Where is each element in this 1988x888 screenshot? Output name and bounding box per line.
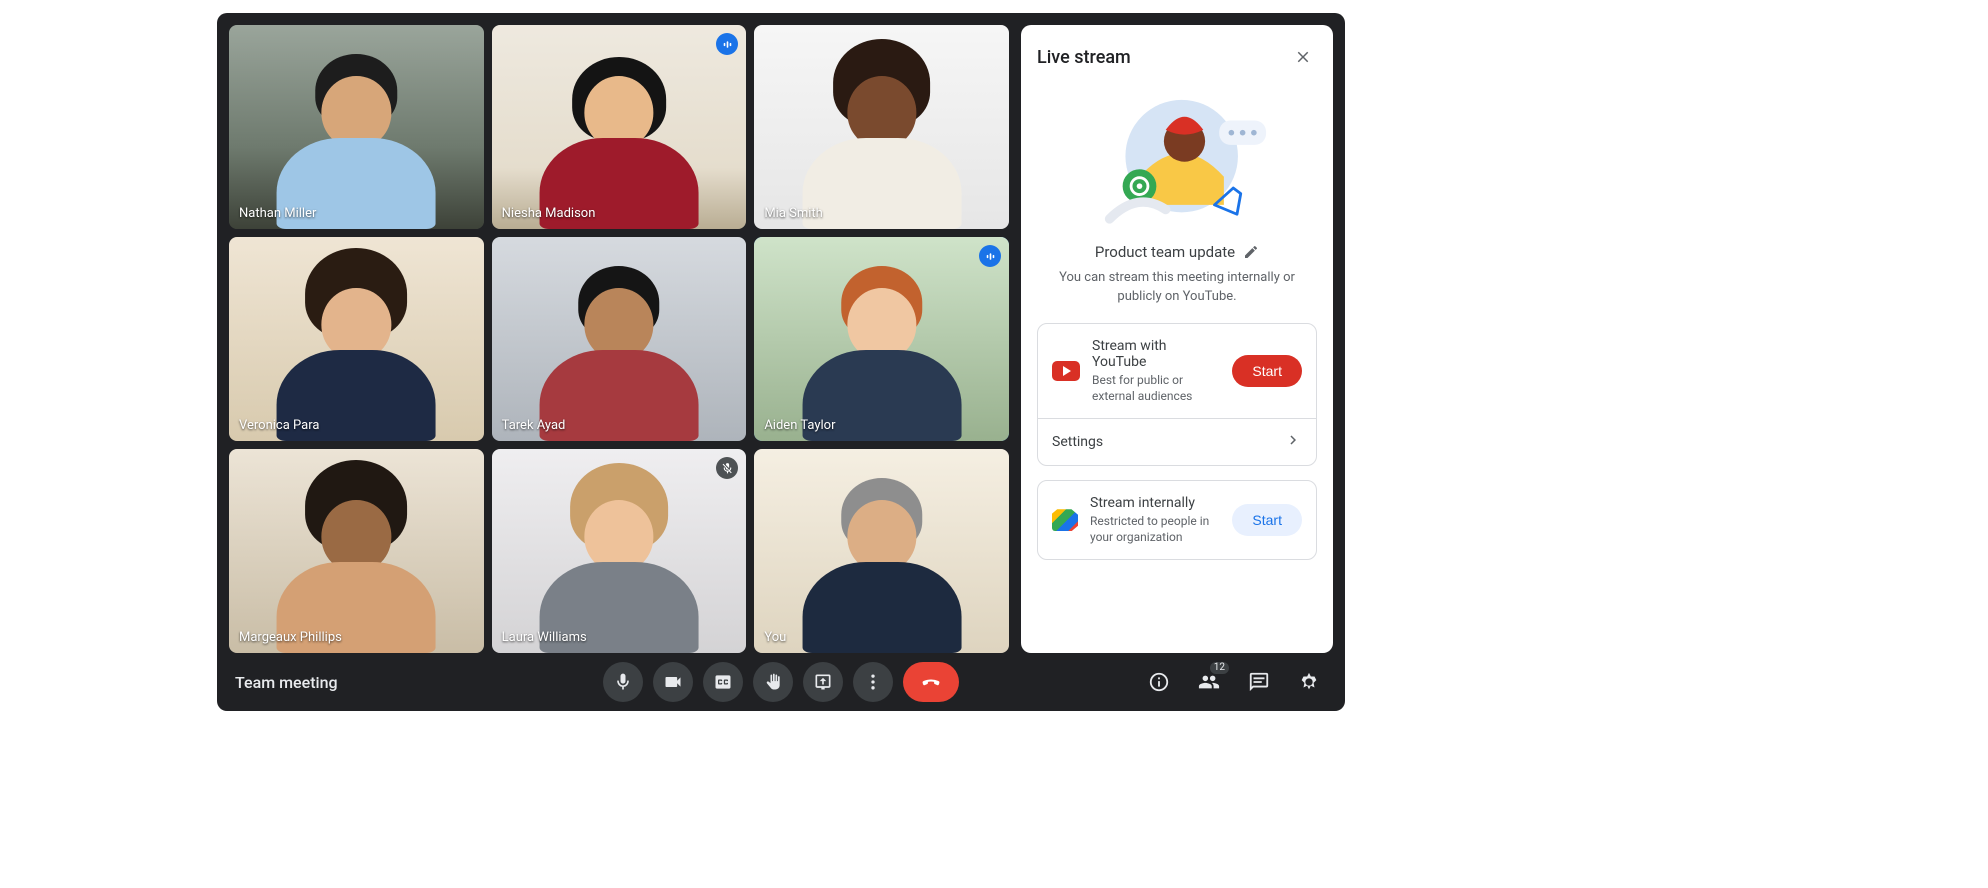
internal-start-button[interactable]: Start: [1232, 504, 1302, 536]
settings-label: Settings: [1052, 434, 1103, 450]
participant-tile[interactable]: Mia Smith: [754, 25, 1009, 229]
participant-tile[interactable]: Tarek Ayad: [492, 237, 747, 441]
chat-button[interactable]: [1241, 664, 1277, 700]
video-grid: Nathan Miller Niesha Madison: [229, 25, 1009, 653]
speaking-icon: [979, 245, 1001, 267]
edit-icon[interactable]: [1243, 244, 1259, 260]
participant-name: Laura Williams: [502, 630, 587, 645]
internal-card: Stream internally Restricted to people i…: [1037, 480, 1317, 560]
meet-window: Nathan Miller Niesha Madison: [217, 13, 1345, 711]
settings-row[interactable]: Settings: [1038, 419, 1316, 465]
participant-count-badge: 12: [1210, 662, 1229, 674]
participant-name: Veronica Para: [239, 418, 319, 433]
info-button[interactable]: [1141, 664, 1177, 700]
participant-tile-active[interactable]: Aiden Taylor: [754, 237, 1009, 441]
internal-title: Stream internally: [1090, 495, 1220, 511]
main-row: Nathan Miller Niesha Madison: [217, 13, 1345, 653]
close-icon[interactable]: [1289, 43, 1317, 71]
livestream-illustration: [1037, 83, 1317, 233]
activities-button[interactable]: [1291, 664, 1327, 700]
meeting-name: Team meeting: [235, 673, 338, 692]
raise-hand-button[interactable]: [753, 662, 793, 702]
more-button[interactable]: [853, 662, 893, 702]
participant-tile[interactable]: Laura Williams: [492, 449, 747, 653]
participant-tile[interactable]: Niesha Madison: [492, 25, 747, 229]
participant-name: Aiden Taylor: [764, 418, 835, 433]
present-button[interactable]: [803, 662, 843, 702]
youtube-start-button[interactable]: Start: [1232, 355, 1302, 387]
participant-tile[interactable]: Veronica Para: [229, 237, 484, 441]
stream-name: Product team update: [1095, 243, 1235, 261]
youtube-icon: [1052, 361, 1080, 381]
hangup-button[interactable]: [903, 662, 959, 702]
participant-name: You: [764, 630, 786, 645]
bottom-bar: Team meeting: [217, 653, 1345, 711]
youtube-subtitle: Best for public or external audiences: [1092, 372, 1220, 404]
participant-name: Nathan Miller: [239, 206, 316, 221]
internal-subtitle: Restricted to people in your organizatio…: [1090, 513, 1220, 545]
participant-tile-self[interactable]: You: [754, 449, 1009, 653]
captions-button[interactable]: [703, 662, 743, 702]
camera-button[interactable]: [653, 662, 693, 702]
mic-button[interactable]: [603, 662, 643, 702]
participant-name: Tarek Ayad: [502, 418, 566, 433]
meet-icon: [1052, 509, 1078, 531]
chevron-right-icon: [1284, 431, 1302, 453]
participant-name: Margeaux Phillips: [239, 630, 342, 645]
panel-title: Live stream: [1037, 47, 1131, 68]
participant-name: Niesha Madison: [502, 206, 596, 221]
youtube-card: Stream with YouTube Best for public or e…: [1037, 323, 1317, 466]
livestream-panel: Live stream: [1021, 25, 1333, 653]
participant-tile[interactable]: Margeaux Phillips: [229, 449, 484, 653]
participant-name: Mia Smith: [764, 206, 823, 221]
participant-tile[interactable]: Nathan Miller: [229, 25, 484, 229]
panel-description: You can stream this meeting internally o…: [1037, 269, 1317, 323]
call-controls: [603, 662, 959, 702]
people-button[interactable]: 12: [1191, 664, 1227, 700]
right-controls: 12: [1141, 664, 1327, 700]
youtube-title: Stream with YouTube: [1092, 338, 1220, 370]
